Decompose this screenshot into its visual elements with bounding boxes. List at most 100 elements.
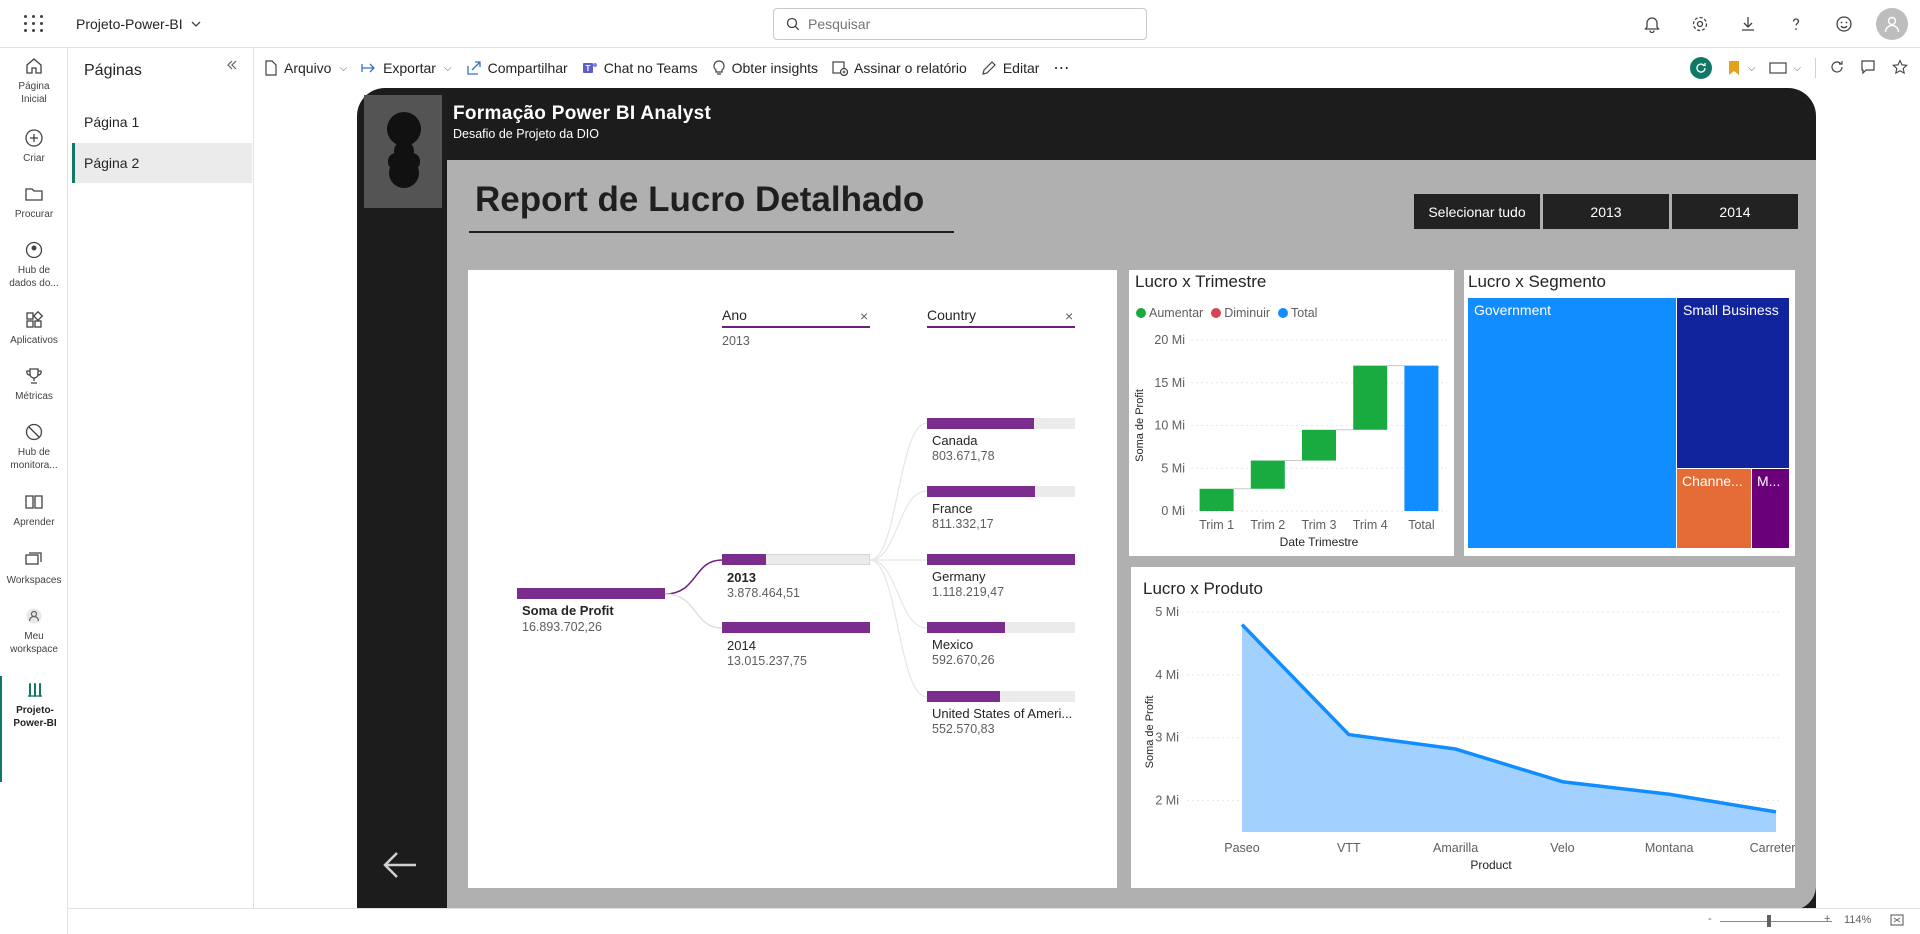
chevron-down-icon: ⌵ [1747, 62, 1756, 74]
pencil-icon [982, 61, 996, 75]
zoom-slider-thumb[interactable] [1767, 915, 1771, 927]
zoom-slider[interactable] [1720, 921, 1832, 922]
nav-metrics[interactable]: Métricas [0, 366, 68, 403]
nav-home[interactable]: Página Inicial [0, 56, 68, 106]
app-launcher-icon[interactable] [20, 10, 48, 38]
decomp-country-bar[interactable] [927, 418, 1034, 429]
nav-data-hub[interactable]: Hub de dados do... [0, 240, 68, 290]
decomp-country-bar[interactable] [927, 622, 1006, 633]
subscribe-button[interactable]: Assinar o relatório [832, 60, 967, 76]
treemap-title: Lucro x Segmento [1468, 272, 1606, 291]
svg-text:T: T [585, 64, 590, 73]
nav-report-item[interactable]: Projeto-Power-BI [2, 680, 68, 730]
slicer-select-all-label: Selecionar tudo [1428, 203, 1526, 220]
decomp-year-value: 3.878.464,51 [727, 586, 800, 600]
decomp-country-label: Mexico [932, 637, 974, 652]
decomposition-tree-visual[interactable]: Ano × 2013 Country × Soma de Profit 16.8… [468, 270, 1117, 888]
download-icon[interactable] [1724, 0, 1772, 48]
edit-button[interactable]: Editar [981, 60, 1039, 76]
waterfall-chart-visual[interactable]: Lucro x Trimestre Aumentar Diminuir Tota… [1129, 270, 1454, 556]
zoom-in-button[interactable]: + [1824, 913, 1830, 925]
treemap-government-label: Government [1474, 302, 1552, 318]
zoom-out-button[interactable]: - [1708, 913, 1712, 925]
decomp-root-value: 16.893.702,26 [522, 620, 602, 634]
collapse-panel-icon[interactable] [225, 58, 239, 77]
bookmark-menu[interactable]: ⌵ [1728, 60, 1756, 76]
nav-learn[interactable]: Aprender [0, 492, 68, 529]
page-tab-2[interactable]: Página 2 [72, 143, 252, 183]
page-tab-2-label: Página 2 [84, 155, 140, 171]
user-avatar[interactable] [1876, 8, 1908, 40]
insights-label: Obter insights [731, 60, 818, 76]
settings-gear-icon[interactable] [1676, 0, 1724, 48]
favorite-star-icon[interactable] [1892, 58, 1908, 78]
waterfall-bar[interactable] [1199, 488, 1234, 511]
insights-button[interactable]: Obter insights [712, 60, 818, 76]
arrow-left-icon [383, 852, 416, 878]
treemap-visual[interactable]: Lucro x Segmento Government Small Busine… [1464, 270, 1795, 556]
page-tab-1[interactable]: Página 1 [72, 102, 252, 142]
decomp-country-value: 1.118.219,47 [932, 585, 1005, 599]
search-box[interactable] [773, 8, 1147, 40]
nav-create[interactable]: Criar [0, 128, 68, 165]
teams-chat-button[interactable]: T Chat no Teams [582, 60, 698, 76]
dio-logo-icon [387, 112, 421, 188]
decomp-year-bar[interactable] [722, 622, 870, 633]
decomp-country-bar[interactable] [927, 554, 1075, 565]
nav-apps[interactable]: Aplicativos [0, 310, 68, 347]
notifications-icon[interactable] [1628, 0, 1676, 48]
area-chart-visual[interactable]: Lucro x Produto 2 Mi 3 Mi 4 Mi 5 Mi Paseo VTT… [1131, 567, 1795, 888]
slicer-2014[interactable]: 2014 [1672, 194, 1798, 229]
person-icon [1884, 16, 1900, 33]
search-input[interactable] [808, 16, 1108, 32]
export-menu-button[interactable]: Exportar ⌵ [361, 60, 452, 76]
refresh-status-icon[interactable] [1689, 57, 1712, 79]
waterfall-bar[interactable] [1353, 365, 1388, 430]
share-button[interactable]: Compartilhar [466, 60, 568, 76]
user-workspace-icon [26, 608, 42, 624]
book-icon [25, 495, 43, 509]
view-menu[interactable]: ⌵ [1769, 62, 1801, 74]
decomp-year-bar[interactable] [722, 554, 767, 565]
area-ytick: 3 Mi [1155, 731, 1179, 745]
comment-icon[interactable] [1860, 59, 1876, 78]
treemap-tile-small-business[interactable]: Small Business [1677, 298, 1789, 468]
area-xlabel: Product [1470, 858, 1512, 872]
decomp-country-label: United States of Ameri... [932, 706, 1073, 721]
page-tab-1-label: Página 1 [84, 114, 140, 130]
waterfall-bar[interactable] [1250, 460, 1285, 489]
decomp-country-value: 811.332,17 [932, 517, 994, 531]
decomp-root-bar[interactable] [517, 588, 665, 599]
waterfall-bar[interactable] [1302, 429, 1336, 461]
slicer-2013[interactable]: 2013 [1543, 194, 1669, 229]
area-fill[interactable] [1242, 624, 1776, 832]
file-menu-button[interactable]: Arquivo ⌵ [264, 60, 347, 76]
treemap-tile-channel[interactable]: Channe... [1677, 469, 1751, 548]
area-xtick: VTT [1337, 841, 1361, 855]
decomp-connectors [664, 422, 928, 698]
feedback-smiley-icon[interactable] [1820, 0, 1868, 48]
nav-monitor-hub-label: Hub de monitora... [10, 447, 58, 471]
more-options-button[interactable]: ⋯ [1053, 58, 1070, 78]
decomp-country-bar[interactable] [927, 486, 1036, 497]
treemap-tile-midmarket[interactable]: M... [1752, 469, 1789, 548]
nav-workspaces[interactable]: Workspaces [0, 550, 68, 587]
file-menu-label: Arquivo [284, 60, 332, 76]
refresh-icon[interactable] [1830, 60, 1844, 77]
search-icon [786, 17, 800, 31]
decomp-country-value: 552.570,83 [932, 722, 995, 736]
nav-browse[interactable]: Procurar [0, 184, 68, 221]
nav-my-workspace[interactable]: Meu workspace [0, 606, 68, 656]
back-arrow-button[interactable] [380, 845, 420, 890]
waterfall-xtick: Total [1408, 518, 1434, 532]
fit-to-page-icon[interactable] [1890, 913, 1904, 930]
more-options-label: ⋯ [1053, 60, 1071, 77]
nav-monitor-hub[interactable]: Hub de monitora... [0, 422, 68, 472]
slicer-select-all[interactable]: Selecionar tudo [1414, 194, 1540, 229]
workspace-selector[interactable]: Projeto-Power-BI [76, 16, 201, 32]
treemap-tile-government[interactable]: Government [1468, 298, 1676, 548]
decomp-country-bar[interactable] [927, 691, 1000, 702]
waterfall-bar[interactable] [1404, 365, 1439, 511]
help-icon[interactable] [1772, 0, 1820, 48]
waterfall-xtick: Trim 1 [1199, 518, 1234, 532]
